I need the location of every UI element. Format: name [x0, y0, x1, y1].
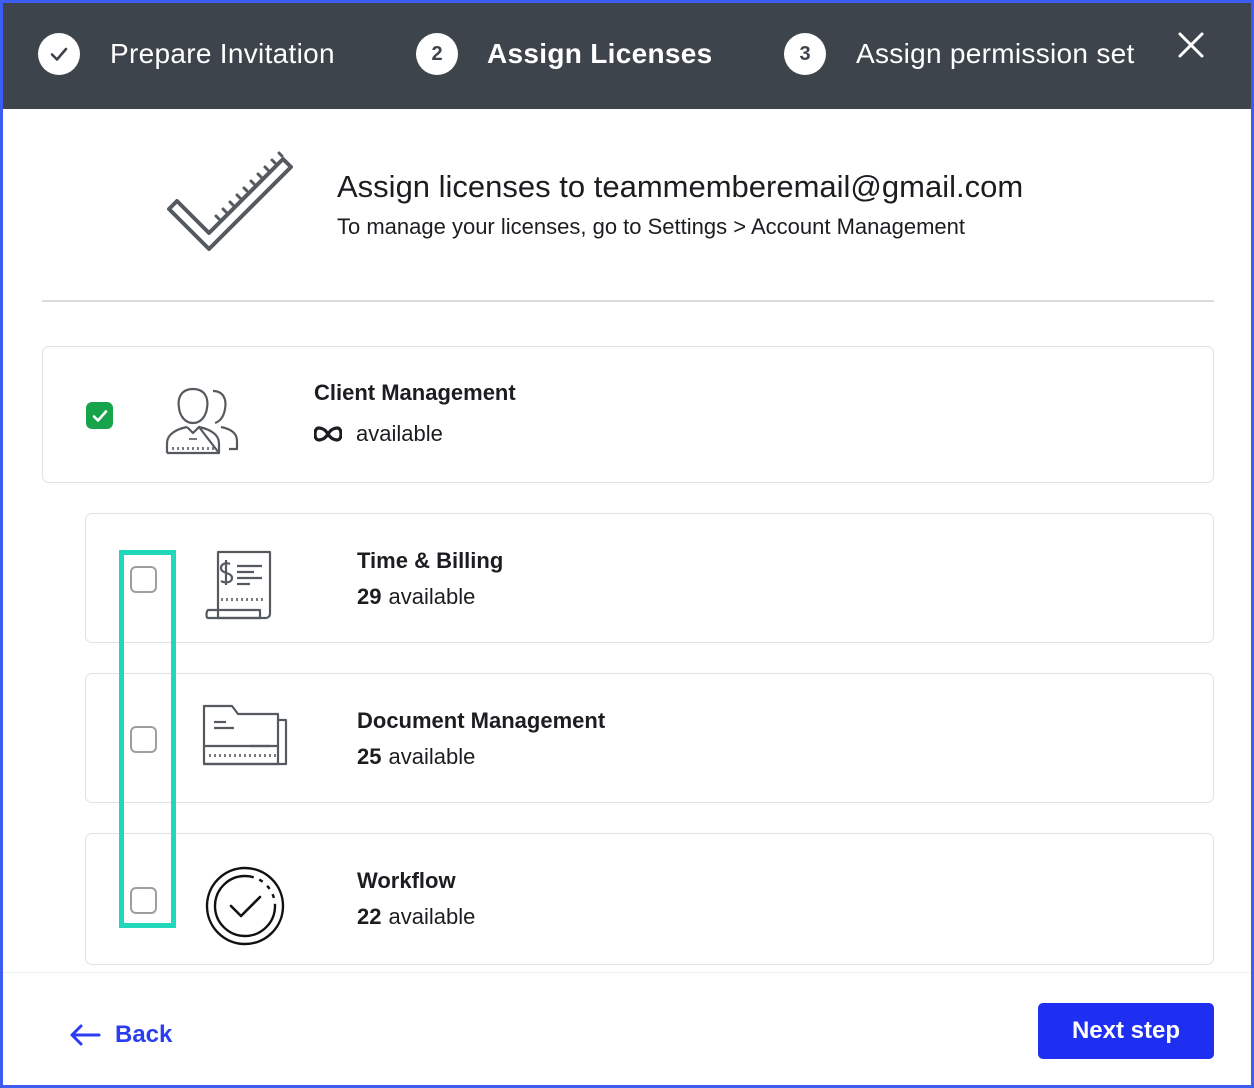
- time-billing-checkbox[interactable]: [130, 566, 157, 593]
- license-name: Client Management: [314, 380, 516, 405]
- invoice-icon: [205, 550, 272, 620]
- checkmark-ruler-illustration: [167, 151, 293, 251]
- license-name: Time & Billing: [357, 548, 504, 573]
- back-button[interactable]: Back: [69, 1015, 172, 1055]
- license-availability: 22 available: [357, 904, 475, 930]
- step-completed-check-icon: [38, 33, 80, 75]
- available-count: 25: [357, 744, 382, 769]
- step-label: Prepare Invitation: [110, 38, 335, 69]
- available-label: available: [356, 421, 443, 446]
- available-count: 22: [357, 904, 382, 929]
- license-name: Document Management: [357, 708, 606, 733]
- step-number: 2: [416, 33, 458, 75]
- license-card-document-management: Document Management 25 available: [85, 673, 1214, 803]
- document-management-checkbox[interactable]: [130, 726, 157, 753]
- step-assign-permission-set: 3 Assign permission set: [784, 32, 1135, 76]
- close-icon: [1178, 32, 1204, 58]
- invite-dialog: Prepare Invitation 2 Assign Licenses 3 A…: [0, 0, 1254, 1088]
- close-button[interactable]: [1173, 27, 1209, 63]
- available-label: available: [388, 584, 476, 609]
- arrow-left-icon: [70, 1024, 101, 1046]
- page-title: Assign licenses to teammemberemail@gmail…: [337, 169, 1024, 204]
- license-card-time-billing: Time & Billing 29 available: [85, 513, 1214, 643]
- available-label: available: [388, 744, 476, 769]
- available-count: 29: [357, 584, 382, 609]
- available-label: available: [388, 904, 476, 929]
- client-management-checkbox[interactable]: [86, 402, 113, 429]
- step-label: Assign Licenses: [487, 38, 713, 69]
- checkmark-icon: [92, 409, 107, 422]
- divider: [42, 300, 1214, 302]
- workflow-checkbox[interactable]: [130, 887, 157, 914]
- license-name: Workflow: [357, 868, 456, 893]
- step-label: Assign permission set: [856, 38, 1135, 69]
- step-assign-licenses: 2 Assign Licenses: [416, 32, 712, 76]
- license-availability: available: [314, 421, 443, 447]
- footer-divider: [3, 972, 1251, 973]
- license-card-workflow: Workflow 22 available: [85, 833, 1214, 965]
- page-subtitle: To manage your licenses, go to Settings …: [337, 214, 965, 239]
- next-step-button[interactable]: Next step: [1038, 1003, 1214, 1059]
- users-icon: [165, 387, 239, 455]
- stepper-header: Prepare Invitation 2 Assign Licenses 3 A…: [3, 3, 1251, 109]
- step-prepare-invitation: Prepare Invitation: [38, 32, 335, 76]
- license-availability: 29 available: [357, 584, 475, 610]
- step-number: 3: [784, 33, 826, 75]
- folder-icon: [202, 704, 288, 766]
- license-availability: 25 available: [357, 744, 475, 770]
- license-card-client-management: Client Management available: [42, 346, 1214, 483]
- back-label: Back: [115, 1021, 173, 1048]
- check-circle-icon: [205, 866, 285, 946]
- infinity-icon: [314, 426, 342, 442]
